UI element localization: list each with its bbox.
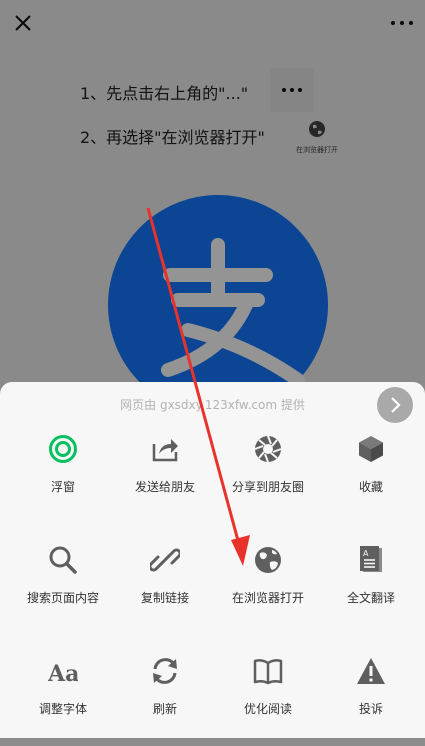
menu-item-report[interactable]: 投诉 [321, 656, 421, 746]
menu-item-label: 搜索页面内容 [26, 591, 99, 605]
chevron-right-icon [391, 397, 401, 413]
next-page-button[interactable] [377, 387, 413, 423]
menu-item-label: 在浏览器打开 [231, 591, 304, 605]
font-icon: Aa [48, 661, 78, 686]
provider-text: 网页由 gxsdxy.123xfw.com 提供 [120, 398, 305, 412]
menu-item-search-page[interactable]: 搜索页面内容 [13, 545, 113, 635]
menu-item-label: 优化阅读 [243, 702, 292, 716]
menu-item-send-to-friend[interactable]: 发送给朋友 [115, 434, 215, 524]
menu-item-label: 发送给朋友 [134, 480, 195, 494]
share-icon [152, 439, 178, 462]
menu-item-label: 刷新 [152, 702, 177, 716]
translate-icon: A [360, 546, 382, 572]
favorite-icon [359, 436, 383, 462]
svg-text:Aa: Aa [48, 661, 78, 686]
link-icon [150, 548, 180, 572]
moments-icon [254, 435, 282, 463]
book-icon [253, 659, 283, 685]
globe-icon [255, 547, 281, 573]
menu-item-label: 分享到朋友圈 [231, 480, 304, 494]
action-sheet: 网页由 gxsdxy.123xfw.com 提供 浮窗 发送给朋友 分享到朋友圈… [0, 382, 425, 738]
refresh-icon [153, 658, 177, 684]
svg-text:A: A [363, 549, 369, 558]
menu-item-label: 调整字体 [38, 702, 87, 716]
menu-item-share-moments[interactable]: 分享到朋友圈 [218, 434, 318, 524]
floating-window-icon [49, 435, 77, 463]
menu-item-label: 收藏 [358, 480, 383, 494]
search-icon [49, 546, 77, 574]
menu-item-optimize-reading[interactable]: 优化阅读 [218, 656, 318, 746]
menu-item-label: 全文翻译 [346, 591, 395, 605]
menu-item-label: 浮窗 [50, 480, 75, 494]
menu-item-floating-window[interactable]: 浮窗 [13, 434, 113, 524]
menu-item-copy-link[interactable]: 复制链接 [115, 545, 215, 635]
menu-item-open-in-browser[interactable]: 在浏览器打开 [218, 545, 318, 635]
warning-icon [357, 658, 385, 684]
menu-item-label: 复制链接 [140, 591, 189, 605]
menu-item-label: 投诉 [358, 702, 383, 716]
menu-item-translate[interactable]: A 全文翻译 [321, 545, 421, 635]
menu-item-favorite[interactable]: 收藏 [321, 434, 421, 524]
menu-item-refresh[interactable]: 刷新 [115, 656, 215, 746]
menu-item-adjust-font[interactable]: Aa 调整字体 [13, 656, 113, 746]
